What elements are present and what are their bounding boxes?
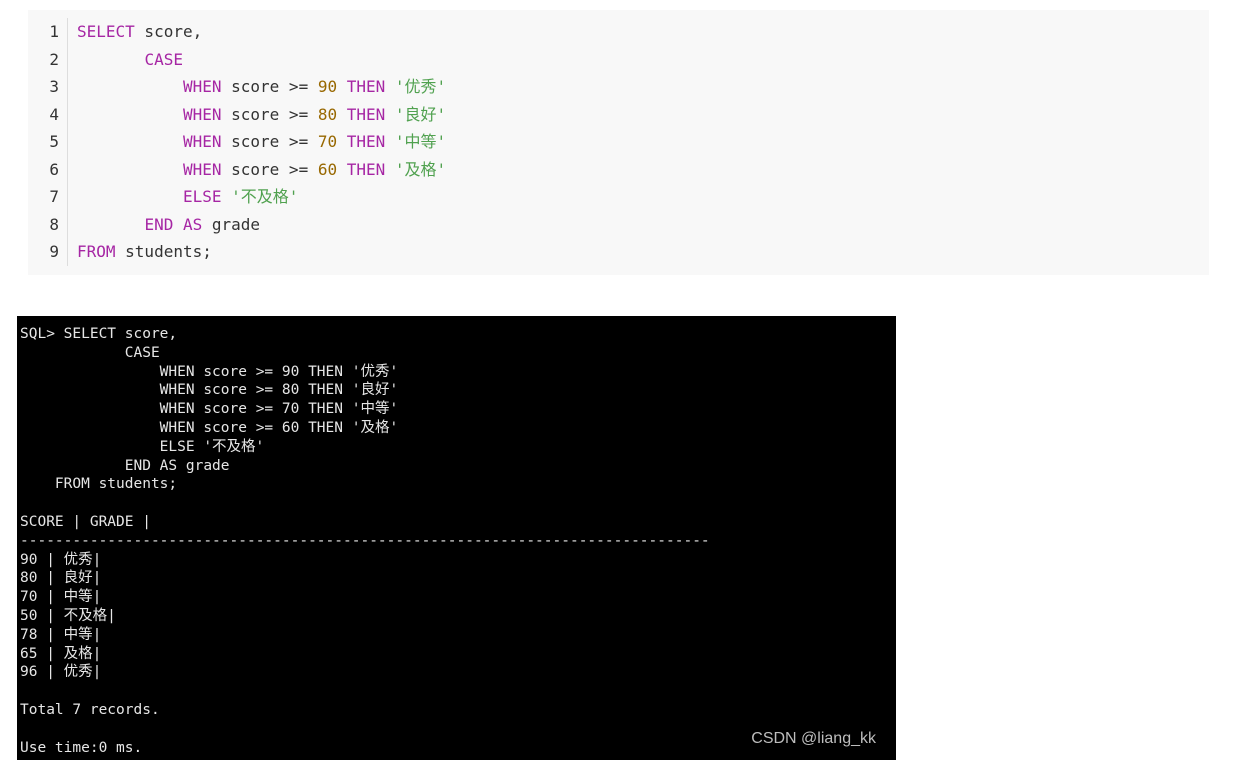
code-token: 90: [317, 77, 338, 96]
code-line: 4 WHEN score >= 80 THEN '良好': [28, 100, 1209, 129]
code-text: END AS grade: [68, 211, 260, 239]
code-line: 2 CASE: [28, 45, 1209, 74]
code-token: END: [144, 214, 174, 234]
code-token: WHEN: [182, 132, 222, 151]
terminal-line: 50 | 不及格|: [20, 607, 116, 624]
code-line: 8 END AS grade: [28, 210, 1209, 239]
code-text: ELSE '不及格': [68, 183, 298, 211]
code-token: 70: [317, 132, 338, 151]
watermark: CSDN @liang_kk: [751, 730, 876, 747]
code-line: 9 FROM students;: [28, 238, 1209, 266]
line-number: 6: [28, 155, 68, 183]
code-token: THEN: [346, 104, 386, 124]
code-text: WHEN score >= 80 THEN '良好': [68, 101, 446, 129]
code-token: SELECT: [77, 22, 135, 41]
terminal-line: WHEN score >= 90 THEN '优秀': [20, 363, 399, 380]
code-token: WHEN: [182, 159, 222, 179]
terminal-line: WHEN score >= 80 THEN '良好': [20, 382, 399, 399]
code-line: 6 WHEN score >= 60 THEN '及格': [28, 155, 1209, 184]
line-number: 9: [28, 238, 68, 266]
terminal-line: 96 | 优秀|: [20, 664, 102, 681]
line-number: 4: [28, 100, 68, 128]
code-token: ELSE: [182, 187, 222, 206]
terminal-line: 78 | 中等|: [20, 626, 102, 643]
code-token: score >=: [221, 77, 318, 96]
code-token: score >=: [221, 132, 318, 151]
terminal-line: CASE: [20, 344, 160, 361]
code-text: WHEN score >= 60 THEN '及格': [68, 156, 446, 184]
code-token: score,: [134, 22, 203, 41]
code-token: WHEN: [182, 77, 222, 96]
terminal-line: SCORE | GRADE |: [20, 513, 151, 530]
terminal-line: SQL> SELECT score,: [20, 326, 178, 342]
terminal-line: 80 | 良好|: [20, 570, 102, 587]
terminal-line: Total 7 records.: [20, 701, 160, 718]
code-line: 5 WHEN score >= 70 THEN '中等': [28, 128, 1209, 156]
terminal-line: 65 | 及格|: [20, 645, 102, 662]
terminal-line: END AS grade: [20, 457, 230, 474]
code-snippet: 1 SELECT score, 2 CASE 3 WHEN score >= 90 T…: [28, 10, 1209, 275]
code-token: THEN: [346, 77, 386, 96]
code-text: WHEN score >= 70 THEN '中等': [68, 128, 446, 156]
code-token: score >=: [221, 104, 318, 124]
code-line: 1 SELECT score,: [28, 18, 1209, 46]
code-line: 7 ELSE '不及格': [28, 183, 1209, 211]
terminal-line: FROM students;: [20, 476, 178, 493]
code-text: CASE: [68, 46, 183, 74]
line-number: 1: [28, 18, 68, 46]
code-token: '良好': [394, 104, 447, 124]
code-token: score >=: [221, 159, 318, 179]
terminal-line: ELSE '不及格': [20, 438, 265, 455]
terminal-output: SQL> SELECT score, CASE WHEN score >= 90…: [17, 316, 896, 760]
code-text: SELECT score,: [68, 18, 202, 46]
terminal-line: WHEN score >= 60 THEN '及格': [20, 419, 399, 436]
code-token: 60: [317, 159, 338, 179]
line-number: 3: [28, 73, 68, 101]
code-token: grade: [202, 214, 261, 234]
code-token: CASE: [144, 49, 183, 69]
code-token: THEN: [346, 159, 386, 179]
code-token: AS: [182, 214, 203, 234]
code-token: students;: [115, 242, 212, 261]
line-number: 2: [28, 45, 68, 73]
code-token: '不及格': [231, 187, 299, 206]
code-token: WHEN: [182, 104, 222, 124]
terminal-line: 70 | 中等|: [20, 589, 102, 606]
code-text: FROM students;: [68, 238, 212, 266]
code-token: FROM: [77, 242, 116, 261]
line-number: 8: [28, 210, 68, 238]
line-number: 5: [28, 128, 68, 156]
terminal-line: WHEN score >= 70 THEN '中等': [20, 401, 399, 418]
terminal-lines: SQL> SELECT score, CASE WHEN score >= 90…: [20, 325, 896, 757]
terminal-line: 90 | 优秀|: [20, 551, 102, 568]
code-text: WHEN score >= 90 THEN '优秀': [68, 73, 446, 101]
code-line: 3 WHEN score >= 90 THEN '优秀': [28, 73, 1209, 101]
line-number: 7: [28, 183, 68, 211]
code-token: '中等': [394, 132, 447, 151]
code-token: '及格': [394, 159, 447, 179]
terminal-line: ----------------------------------------…: [20, 532, 710, 549]
code-token: 80: [317, 104, 338, 124]
code-token: '优秀': [394, 77, 447, 96]
code-token: THEN: [346, 132, 386, 151]
